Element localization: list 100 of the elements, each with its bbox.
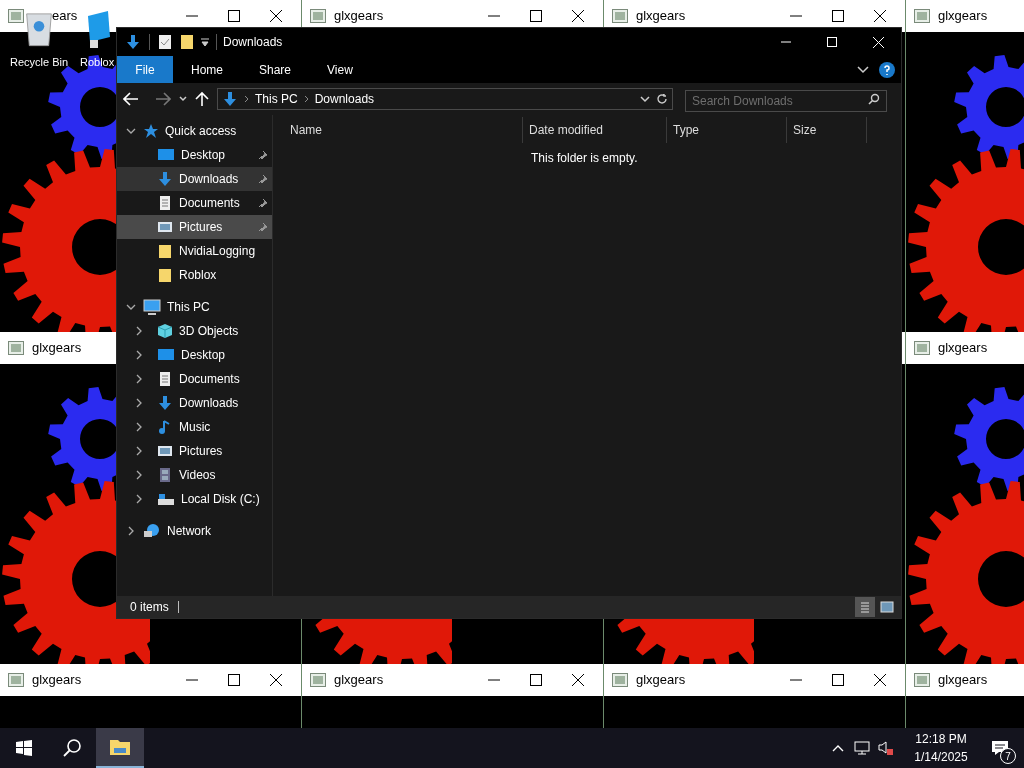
address-bar[interactable]: This PC Downloads — [217, 88, 673, 110]
search-icon — [62, 738, 82, 758]
maximize-icon — [827, 37, 837, 47]
shortcut-label[interactable]: Recycle Bin — [9, 54, 69, 71]
chevron-icon[interactable] — [134, 494, 144, 504]
app-icon — [8, 673, 24, 687]
app-icon — [8, 341, 24, 355]
search-field[interactable]: Search Downloads — [685, 90, 887, 112]
dropdown-icon[interactable] — [200, 37, 210, 47]
window-title: Downloads — [223, 34, 283, 51]
nav-item[interactable]: Downloads — [117, 167, 272, 191]
chevron-icon[interactable] — [134, 350, 144, 360]
notification-badge: 7 — [1000, 748, 1016, 764]
chevron-icon[interactable] — [134, 446, 144, 456]
film-icon — [157, 467, 173, 483]
nav-item[interactable]: Pictures — [117, 215, 272, 239]
network-icon[interactable] — [854, 740, 870, 756]
maximize-icon[interactable] — [227, 9, 241, 23]
back-arrow-icon[interactable] — [123, 92, 139, 106]
window-title: glxgears — [32, 671, 82, 690]
download-icon — [157, 171, 173, 187]
maximize-icon[interactable] — [831, 9, 845, 23]
app-icon — [612, 673, 628, 687]
maximize-icon[interactable] — [529, 9, 543, 23]
nav-item[interactable]: Desktop — [117, 343, 272, 367]
window-title: glxgears — [938, 339, 988, 358]
refresh-icon[interactable] — [656, 93, 668, 105]
close-icon[interactable] — [873, 9, 887, 23]
nav-item[interactable]: This PC — [117, 295, 272, 319]
chevron-icon[interactable] — [134, 422, 144, 432]
cube-icon — [157, 323, 173, 339]
network-icon — [143, 523, 161, 539]
breadcrumb[interactable]: Downloads — [314, 90, 375, 108]
file-explorer-taskbar-button[interactable] — [96, 728, 144, 768]
chevron-icon[interactable] — [857, 64, 869, 75]
speaker-muted-icon[interactable] — [878, 740, 894, 756]
nav-item[interactable]: Network — [117, 519, 272, 543]
breadcrumb[interactable]: This PC — [255, 90, 298, 108]
close-icon[interactable] — [269, 673, 283, 687]
folder-icon — [109, 738, 131, 756]
nav-item[interactable]: 3D Objects — [117, 319, 272, 343]
empty-folder-message: This folder is empty. — [531, 150, 638, 167]
separator-icon — [303, 95, 309, 103]
nav-item[interactable]: Roblox — [117, 263, 272, 287]
picture-icon — [880, 601, 894, 613]
nav-item[interactable]: Local Disk (C:) — [117, 487, 272, 511]
close-icon[interactable] — [571, 9, 585, 23]
search-icon — [868, 93, 880, 105]
window-title: glxgears — [32, 339, 82, 358]
maximize-icon[interactable] — [227, 673, 241, 687]
help-icon[interactable] — [879, 61, 895, 78]
maximize-icon[interactable] — [529, 673, 543, 687]
nav-item[interactable]: Downloads — [117, 391, 272, 415]
notifications-button[interactable]: 7 — [976, 728, 1024, 768]
ribbon-tab[interactable]: File — [117, 56, 173, 83]
close-icon[interactable] — [571, 673, 585, 687]
chevron-icon[interactable] — [126, 302, 136, 312]
windows-logo-icon — [16, 740, 32, 756]
checklist-icon[interactable] — [158, 34, 172, 50]
maximize-icon[interactable] — [831, 673, 845, 687]
desktop-icon — [157, 147, 175, 163]
column-header[interactable]: Size — [787, 117, 867, 143]
folder-icon — [157, 243, 173, 259]
ribbon-tab[interactable]: Share — [241, 56, 310, 83]
nav-item[interactable]: Quick access — [117, 119, 272, 143]
nav-item[interactable]: Music — [117, 415, 272, 439]
ribbon-tab[interactable]: Home — [173, 56, 241, 83]
caret-icon[interactable] — [179, 96, 187, 102]
chevron-icon[interactable] — [126, 526, 136, 536]
chevron-icon[interactable] — [134, 326, 144, 336]
nav-item[interactable]: NvidiaLogging — [117, 239, 272, 263]
nav-item[interactable]: Desktop — [117, 143, 272, 167]
download-icon[interactable] — [125, 34, 141, 50]
picture-icon — [157, 443, 173, 459]
column-header[interactable]: Date modified — [523, 117, 667, 143]
nav-item[interactable]: Videos — [117, 463, 272, 487]
clock[interactable]: 12:18 PM 1/14/2025 — [906, 730, 976, 766]
nav-item[interactable]: Documents — [117, 191, 272, 215]
caret-icon[interactable] — [640, 95, 650, 103]
chevron-icon[interactable] — [134, 398, 144, 408]
column-header[interactable]: Type — [667, 117, 787, 143]
window-title: glxgears — [334, 671, 384, 690]
ribbon-tab[interactable]: View — [309, 56, 371, 83]
folder-icon[interactable] — [180, 34, 194, 50]
chevron-icon[interactable] — [134, 470, 144, 480]
nav-item[interactable]: Pictures — [117, 439, 272, 463]
list-icon — [860, 601, 870, 613]
up-arrow-icon[interactable] — [195, 91, 209, 107]
window-title: glxgears — [938, 7, 988, 26]
close-icon[interactable] — [873, 673, 887, 687]
chevron-icon[interactable] — [126, 126, 136, 136]
nav-item[interactable]: Documents — [117, 367, 272, 391]
close-icon[interactable] — [269, 9, 283, 23]
forward-arrow-icon[interactable] — [155, 92, 171, 106]
download-icon — [157, 395, 173, 411]
close-icon — [872, 36, 884, 48]
chevron-icon[interactable] — [134, 374, 144, 384]
app-icon — [8, 9, 24, 23]
column-header[interactable]: Name — [273, 117, 523, 143]
chevron-up-icon[interactable] — [832, 744, 844, 752]
